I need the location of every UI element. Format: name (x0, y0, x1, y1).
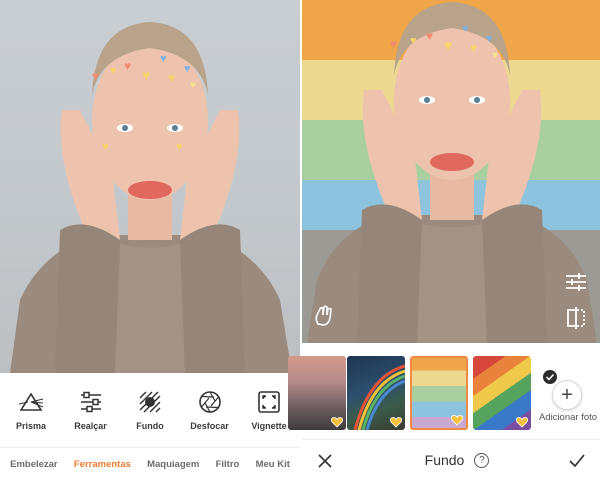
nav-meu-kit[interactable]: Meu Kit (256, 459, 290, 470)
tool-desfocar-label: Desfocar (190, 421, 229, 431)
aperture-icon (197, 389, 223, 415)
add-photo-button[interactable]: + Adicionar foto (533, 365, 600, 435)
rainbow-heart-icon (389, 415, 403, 428)
portrait-illustration: ♥ ♥ ♥ ♥ ♥ ♥ ♥ ♥ ♥ ♥ (10, 22, 292, 373)
tool-realcar[interactable]: Realçar (62, 389, 120, 447)
tool-realcar-label: Realçar (74, 421, 107, 431)
hand-brush-icon (312, 304, 336, 328)
prism-icon (18, 389, 44, 415)
close-button[interactable] (316, 452, 334, 470)
tool-prisma-label: Prisma (15, 421, 47, 431)
eraser-brush-button[interactable] (312, 304, 336, 328)
tool-fundo[interactable]: Fundo (121, 389, 179, 447)
svg-text:♥: ♥ (160, 53, 167, 65)
tool-vignette-label: Vignette (251, 421, 287, 431)
help-icon[interactable]: ? (474, 452, 490, 468)
original-photo: ♥ ♥ ♥ ♥ ♥ ♥ ♥ ♥ ♥ ♥ (0, 0, 300, 373)
background-editor-panel: ♥ ♥ ♥ ♥ ♥ ♥ ♥ ♥ + Adicionar foto Fundo ? (288, 0, 600, 480)
svg-text:♥: ♥ (492, 50, 498, 61)
adjust-button[interactable] (564, 270, 588, 294)
tool-fundo-label: Fundo (136, 421, 164, 431)
svg-text:♥: ♥ (486, 33, 493, 45)
svg-text:♥: ♥ (426, 29, 433, 43)
nav-embelezar[interactable]: Embelezar (10, 459, 58, 470)
sliders-icon (564, 270, 588, 294)
svg-text:♥: ♥ (102, 141, 109, 153)
svg-text:♥: ♥ (470, 41, 477, 55)
action-bar: Fundo ? (302, 439, 600, 480)
background-icon (137, 389, 163, 415)
svg-text:♥: ♥ (176, 141, 183, 153)
sliders-icon (78, 389, 104, 415)
svg-text:♥: ♥ (124, 59, 131, 73)
svg-text:♥: ♥ (142, 67, 150, 83)
check-badge-icon (543, 370, 557, 384)
panel-title: Fundo (424, 452, 465, 468)
tool-desfocar[interactable]: Desfocar (181, 389, 239, 447)
plus-icon: + (552, 380, 582, 410)
panel-title-group: Fundo ? (412, 452, 502, 468)
tool-row: Prisma Realçar Fundo Desfocar Vignette (0, 373, 300, 447)
add-photo-label: Adicionar foto (538, 412, 598, 423)
svg-text:♥: ♥ (410, 35, 417, 47)
portrait-with-rainbow-background: ♥ ♥ ♥ ♥ ♥ ♥ ♥ ♥ (302, 0, 600, 343)
svg-text:♥: ♥ (190, 80, 196, 91)
rainbow-heart-icon (450, 413, 464, 426)
thumbnail-pastel-rainbow-stripes[interactable] (410, 356, 468, 430)
confirm-button[interactable] (568, 452, 586, 470)
nav-filtro[interactable]: Filtro (216, 459, 240, 470)
svg-text:♥: ♥ (390, 37, 397, 51)
svg-text:♥: ♥ (444, 37, 452, 53)
left-editor-panel: ♥ ♥ ♥ ♥ ♥ ♥ ♥ ♥ ♥ ♥ Prisma Realçar Fundo… (0, 0, 300, 480)
thumbnail-sunset-sky[interactable] (288, 356, 346, 430)
close-icon (316, 454, 334, 474)
background-thumbnails: + Adicionar foto (288, 343, 600, 439)
rainbow-heart-icon (515, 415, 529, 428)
nav-ferramentas[interactable]: Ferramentas (74, 459, 131, 470)
vignette-icon (256, 389, 282, 415)
edited-photo: ♥ ♥ ♥ ♥ ♥ ♥ ♥ ♥ (302, 0, 600, 343)
nav-maquiagem[interactable]: Maquiagem (147, 459, 199, 470)
check-icon (568, 454, 586, 474)
svg-text:♥: ♥ (110, 65, 117, 77)
thumbnail-rainbow-flag[interactable] (473, 356, 531, 430)
svg-text:♥: ♥ (92, 69, 99, 83)
compare-button[interactable] (564, 306, 588, 330)
thumbnail-rainbow-night[interactable] (347, 356, 405, 430)
tool-prisma[interactable]: Prisma (2, 389, 60, 447)
rainbow-heart-icon (330, 415, 344, 428)
svg-text:♥: ♥ (184, 63, 191, 75)
svg-text:♥: ♥ (462, 23, 469, 35)
compare-icon (564, 306, 588, 330)
bottom-nav: Embelezar Ferramentas Maquiagem Filtro M… (0, 447, 300, 480)
svg-text:♥: ♥ (168, 71, 175, 85)
